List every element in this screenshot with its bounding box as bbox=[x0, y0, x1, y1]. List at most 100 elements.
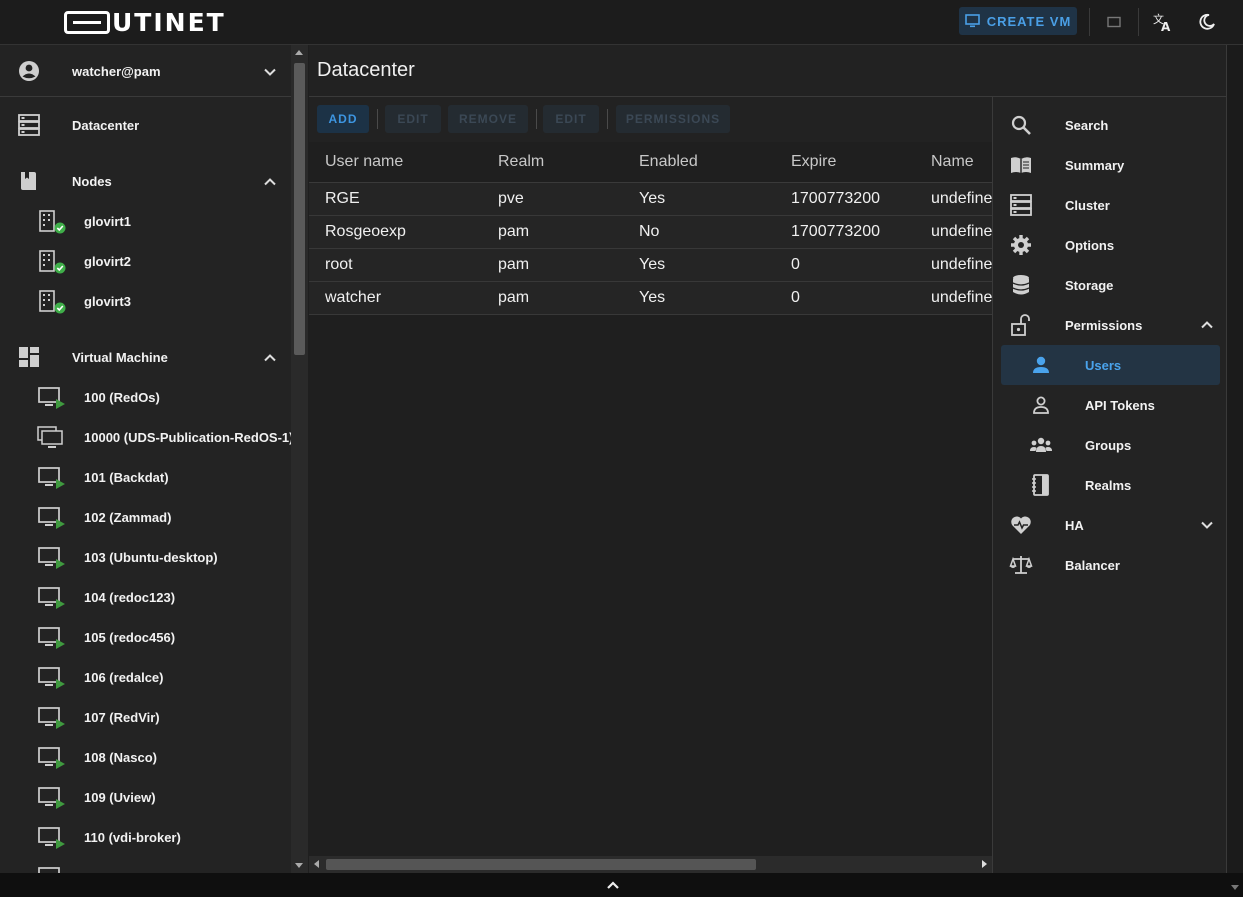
divider bbox=[0, 96, 291, 97]
cell-user-name: root bbox=[325, 256, 353, 273]
nav-item-balancer[interactable]: Balancer bbox=[993, 545, 1227, 585]
remove-button[interactable]: REMOVE bbox=[448, 105, 528, 133]
users-toolbar: ADD EDIT REMOVE EDIT PERMISSIONS bbox=[309, 97, 992, 142]
nav-item-label: Search bbox=[1065, 117, 1109, 133]
gear-icon bbox=[1011, 235, 1031, 255]
vm-running-icon bbox=[38, 747, 65, 769]
window-icon[interactable] bbox=[1102, 10, 1126, 34]
chevron-up-icon[interactable] bbox=[1199, 317, 1215, 333]
column-header-user-name[interactable]: User name bbox=[325, 142, 403, 182]
cell-expire: 1700773200 bbox=[791, 190, 880, 207]
node-building-icon bbox=[39, 250, 66, 274]
nav-item-label: API Tokens bbox=[1085, 397, 1155, 413]
column-header-enabled[interactable]: Enabled bbox=[639, 142, 698, 182]
bottom-panel-bar[interactable] bbox=[0, 873, 1243, 897]
column-header-expire[interactable]: Expire bbox=[791, 142, 836, 182]
group-icon bbox=[1030, 437, 1052, 452]
scale-balance-icon bbox=[1009, 556, 1033, 574]
tree-item-node[interactable]: glovirt3 bbox=[0, 281, 291, 321]
tree-item-vm[interactable]: 110 (vdi-broker) bbox=[0, 817, 291, 857]
vm-running-icon bbox=[38, 587, 65, 609]
nav-item-summary[interactable]: Summary bbox=[993, 145, 1227, 185]
cell-user-name: RGE bbox=[325, 190, 360, 207]
tree-item-vm[interactable]: 101 (Backdat) bbox=[0, 457, 291, 497]
tree-item-vm-partial[interactable] bbox=[0, 857, 291, 873]
tree-item-vm[interactable]: 100 (RedOs) bbox=[0, 377, 291, 417]
scroll-down-arrow[interactable] bbox=[295, 863, 303, 868]
table-row[interactable]: Rosgeoexp pam No 1700773200 undefined bbox=[309, 216, 992, 249]
tree-item-vm[interactable]: 109 (Uview) bbox=[0, 777, 291, 817]
nav-subitem-api-tokens[interactable]: API Tokens bbox=[1001, 385, 1220, 425]
nav-item-permissions[interactable]: Permissions bbox=[993, 305, 1227, 345]
create-vm-label: CREATE VM bbox=[986, 13, 1072, 29]
tree-item-datacenter[interactable]: Datacenter bbox=[0, 105, 291, 145]
vm-running-icon bbox=[38, 387, 65, 409]
chevron-up-icon[interactable] bbox=[262, 350, 278, 366]
cell-enabled: Yes bbox=[639, 190, 666, 207]
server-stack-icon bbox=[1010, 194, 1032, 216]
nav-item-cluster[interactable]: Cluster bbox=[993, 185, 1227, 225]
permissions-button[interactable]: PERMISSIONS bbox=[616, 105, 730, 133]
vm-running-icon bbox=[38, 507, 65, 529]
tree-item-vm[interactable]: 10000 (UDS-Publication-RedOS-1) bbox=[0, 417, 291, 457]
table-horizontal-scrollbar[interactable] bbox=[309, 856, 992, 873]
users-table: User name Realm Enabled Expire Name RGE … bbox=[309, 142, 992, 858]
chevron-down-icon[interactable] bbox=[1199, 517, 1215, 533]
cell-enabled: No bbox=[639, 223, 660, 240]
table-row[interactable]: watcher pam Yes 0 undefined bbox=[309, 282, 992, 315]
nav-item-options[interactable]: Options bbox=[993, 225, 1227, 265]
tree-item-vm[interactable]: 105 (redoc456) bbox=[0, 617, 291, 657]
scroll-up-arrow[interactable] bbox=[295, 50, 303, 55]
tree-item-vm[interactable]: 107 (RedVir) bbox=[0, 697, 291, 737]
nav-subitem-users[interactable]: Users bbox=[1001, 345, 1220, 385]
database-icon bbox=[1012, 275, 1030, 295]
server-stack-icon bbox=[18, 114, 40, 136]
nav-subitem-realms[interactable]: Realms bbox=[1001, 465, 1220, 505]
edit-password-button[interactable]: EDIT bbox=[543, 105, 599, 133]
chevron-up-icon[interactable] bbox=[606, 879, 620, 891]
tree-item-node[interactable]: glovirt2 bbox=[0, 241, 291, 281]
edit-button[interactable]: EDIT bbox=[385, 105, 441, 133]
cell-user-name: watcher bbox=[325, 289, 382, 306]
chevron-up-icon[interactable] bbox=[262, 174, 278, 190]
translate-icon[interactable]: 文 A bbox=[1151, 10, 1175, 34]
tree-group-nodes[interactable]: Nodes bbox=[0, 161, 291, 201]
tree-item-node[interactable]: glovirt1 bbox=[0, 201, 291, 241]
nav-item-storage[interactable]: Storage bbox=[993, 265, 1227, 305]
tree-item-label: 109 (Uview) bbox=[84, 789, 156, 805]
scrollbar-thumb[interactable] bbox=[294, 63, 305, 355]
divider bbox=[1138, 8, 1139, 36]
vm-running-icon bbox=[38, 867, 60, 873]
add-button[interactable]: ADD bbox=[317, 105, 369, 133]
tree-item-vm[interactable]: 106 (redalce) bbox=[0, 657, 291, 697]
scroll-down-arrow[interactable] bbox=[1231, 885, 1239, 890]
table-row[interactable]: root pam Yes 0 undefined bbox=[309, 249, 992, 282]
tree-group-virtual-machine[interactable]: Virtual Machine bbox=[0, 337, 291, 377]
column-header-name[interactable]: Name bbox=[931, 142, 974, 182]
scrollbar-thumb[interactable] bbox=[326, 859, 756, 870]
tree-item-label: 103 (Ubuntu-desktop) bbox=[84, 549, 218, 565]
sidebar-scrollbar[interactable] bbox=[291, 45, 308, 873]
tree-item-vm[interactable]: 102 (Zammad) bbox=[0, 497, 291, 537]
tree-item-label: 10000 (UDS-Publication-RedOS-1) bbox=[84, 429, 291, 445]
cell-enabled: Yes bbox=[639, 289, 666, 306]
user-menu[interactable]: watcher@pam bbox=[0, 51, 291, 91]
nav-item-search[interactable]: Search bbox=[993, 105, 1227, 145]
divider bbox=[607, 109, 608, 129]
cell-name: undefined bbox=[931, 256, 992, 273]
theme-toggle-icon[interactable] bbox=[1195, 10, 1219, 34]
person-outline-icon bbox=[1033, 396, 1049, 414]
page-title: Datacenter bbox=[317, 59, 415, 81]
scroll-right-arrow[interactable] bbox=[982, 860, 987, 868]
tree-item-vm[interactable]: 104 (redoc123) bbox=[0, 577, 291, 617]
nav-item-ha[interactable]: HA bbox=[993, 505, 1227, 545]
chevron-down-icon[interactable] bbox=[262, 64, 278, 80]
column-header-realm[interactable]: Realm bbox=[498, 142, 544, 182]
tree-item-vm[interactable]: 108 (Nasco) bbox=[0, 737, 291, 777]
create-vm-button[interactable]: CREATE VM bbox=[959, 7, 1077, 35]
nav-subitem-groups[interactable]: Groups bbox=[1001, 425, 1220, 465]
table-row[interactable]: RGE pve Yes 1700773200 undefined bbox=[309, 183, 992, 216]
scroll-left-arrow[interactable] bbox=[314, 860, 319, 868]
tree-item-vm[interactable]: 103 (Ubuntu-desktop) bbox=[0, 537, 291, 577]
brand-logo[interactable]: UTINET bbox=[64, 8, 226, 37]
